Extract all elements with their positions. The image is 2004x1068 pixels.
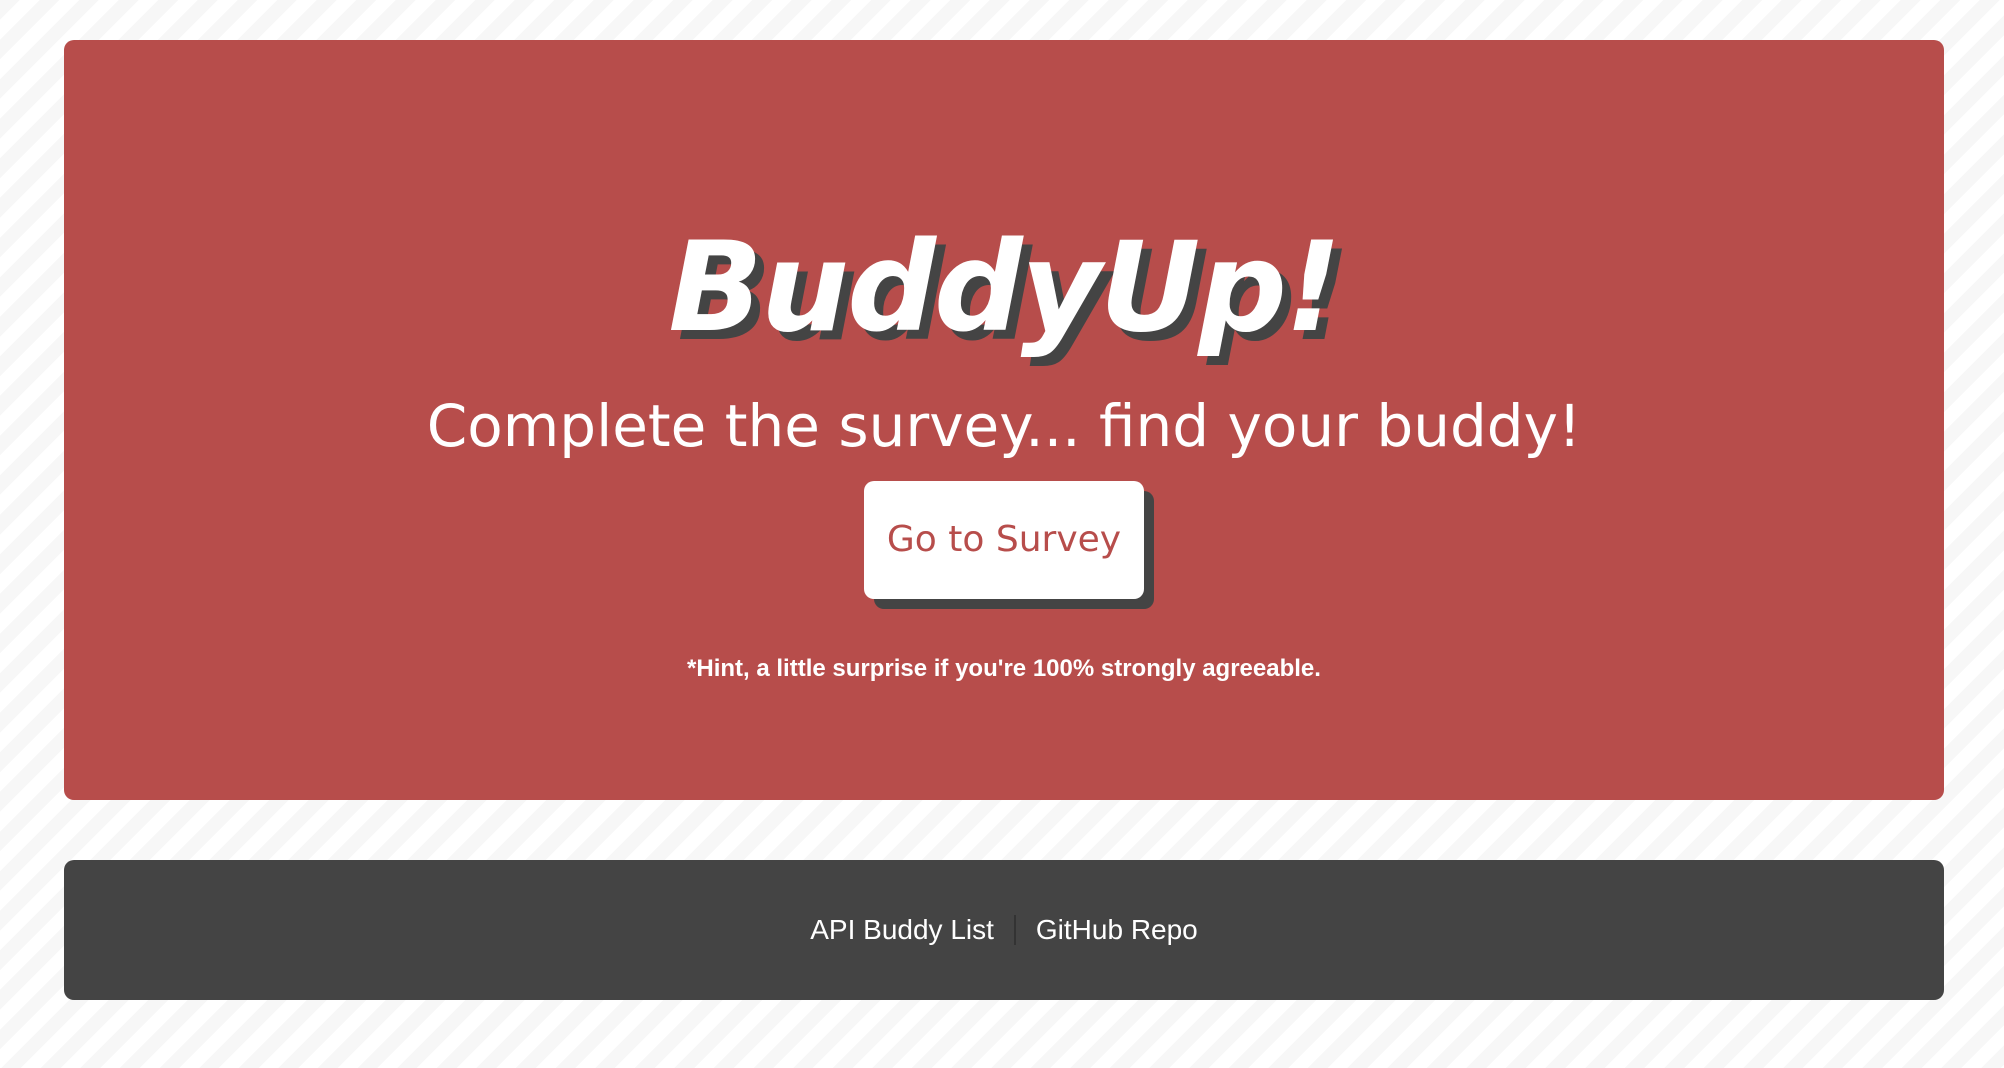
go-to-survey-button[interactable]: Go to Survey [864, 481, 1144, 599]
github-repo-link[interactable]: GitHub Repo [1036, 914, 1198, 946]
app-title: BuddyUp! [668, 216, 1341, 360]
hero-subtitle: Complete the survey... find your buddy! [426, 392, 1582, 460]
footer-divider [1013, 915, 1016, 945]
survey-button-wrapper: Go to Survey [864, 481, 1154, 611]
hint-text: *Hint, a little surprise if you're 100% … [687, 655, 1321, 682]
page-body: { "hero": { "title": "BuddyUp!", "subtit… [0, 0, 2004, 1068]
footer-bar: API Buddy List GitHub Repo [64, 860, 1944, 1000]
footer-nav: API Buddy List GitHub Repo [64, 860, 1944, 1000]
hero-panel: BuddyUp! Complete the survey... find you… [64, 40, 1944, 800]
api-buddy-list-link[interactable]: API Buddy List [810, 914, 994, 946]
